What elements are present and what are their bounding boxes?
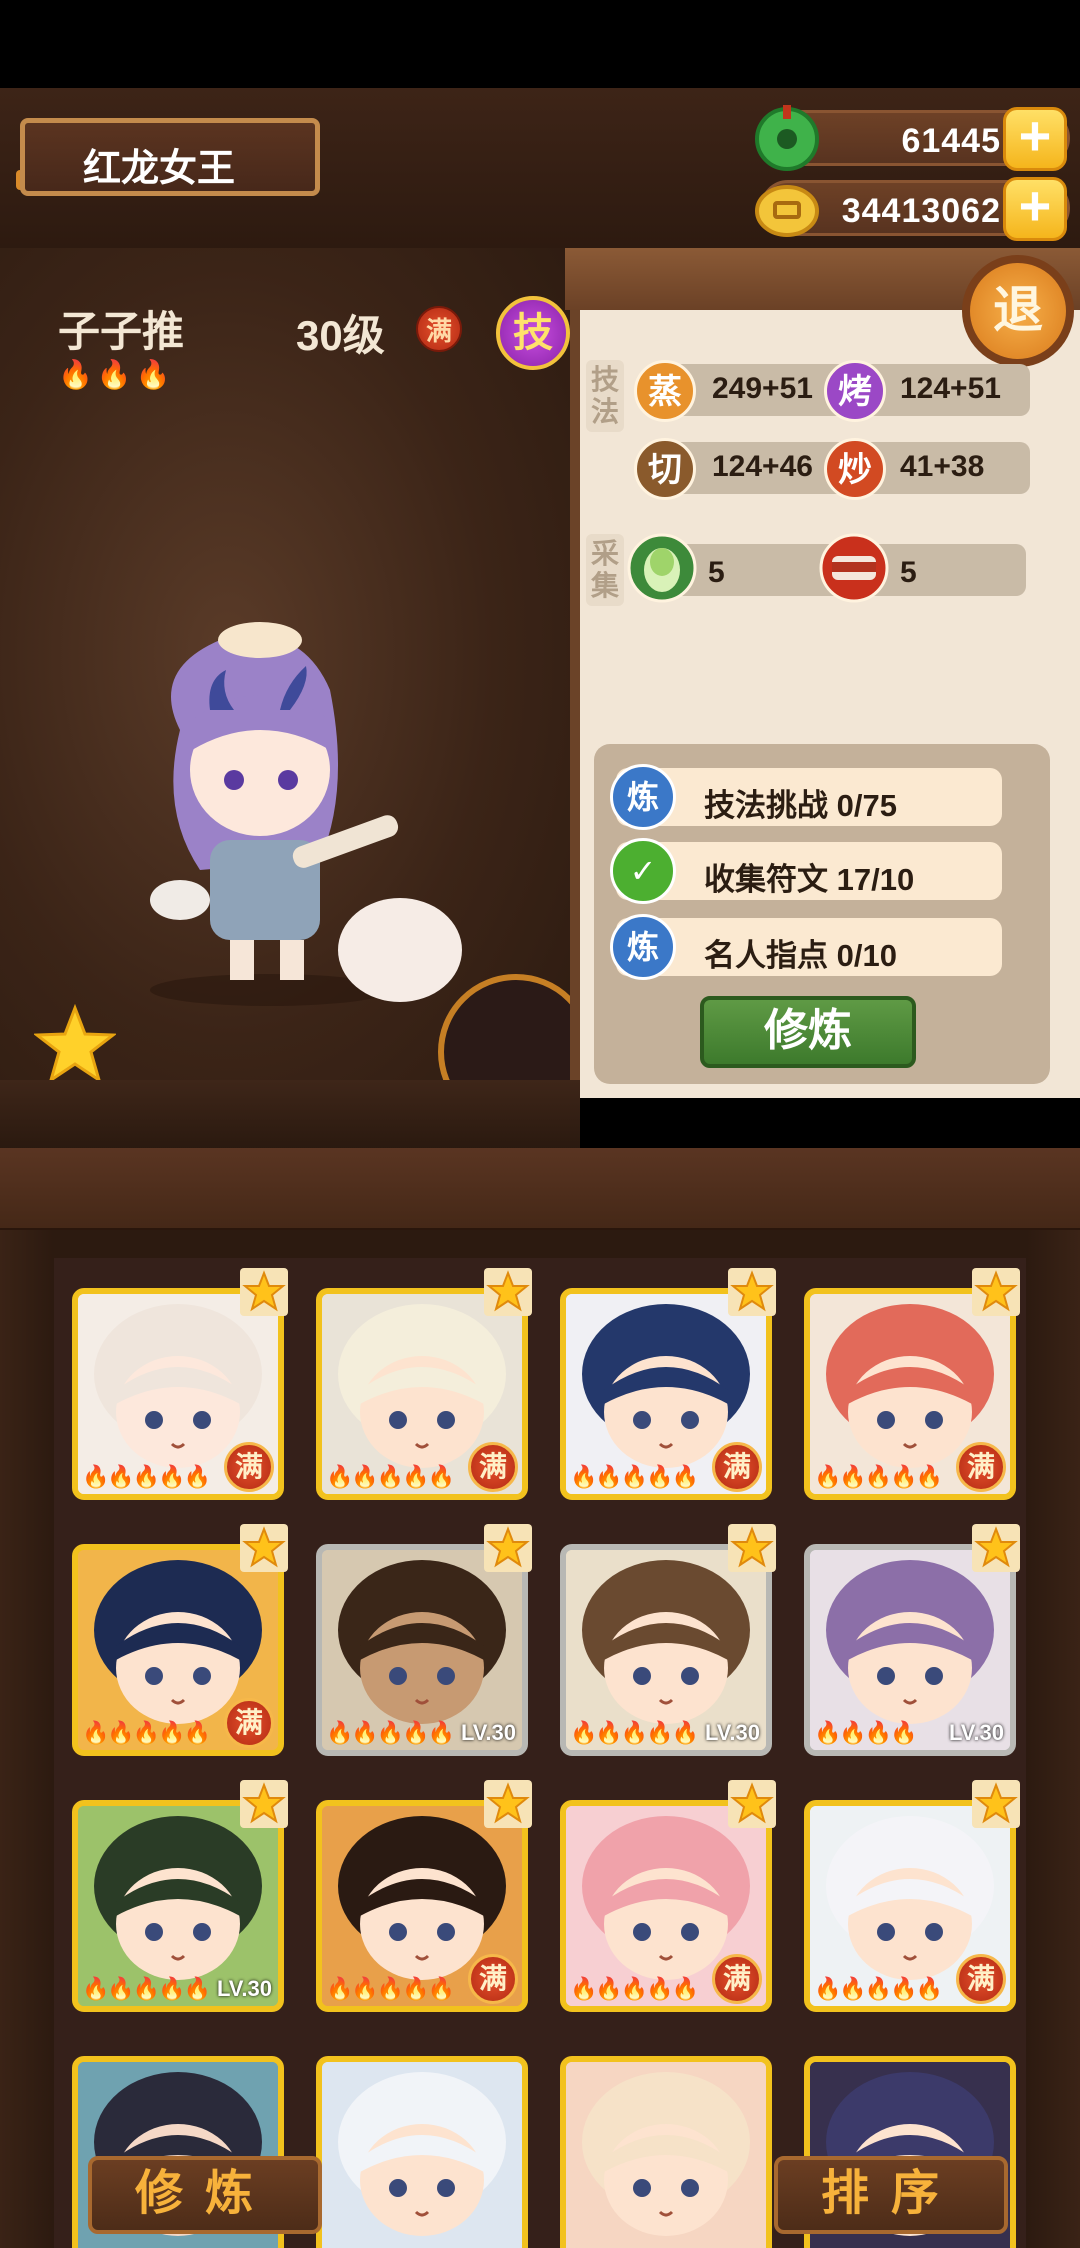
card-star-icon [972,1524,1020,1572]
character-portrait [322,2062,522,2248]
character-card[interactable]: 🔥🔥🔥🔥 LV.30 [804,1544,1016,1756]
card-star-icon [484,1524,532,1572]
refine-icon: 炼 [610,764,676,830]
card-star-icon [972,1780,1020,1828]
card-flames: 🔥🔥🔥🔥🔥 [326,1976,455,2001]
card-max-badge: 满 [468,1442,518,1492]
character-card[interactable] [316,2056,528,2248]
exit-button[interactable]: 退 [962,255,1074,367]
hero-name: 子子推 [58,308,185,355]
character-card[interactable]: 🔥🔥🔥🔥🔥 满 [316,1288,528,1500]
card-max-badge: 满 [224,1698,274,1748]
card-max-badge: 满 [956,1954,1006,2004]
card-max-badge: 满 [468,1954,518,2004]
gold-coin-icon [755,185,819,237]
jade-amount: 61445 [901,122,1001,160]
training-row-text: 收集符文 17/10 [704,862,915,897]
card-max-badge: 满 [712,1954,762,2004]
veg-gather-value: 5 [708,556,725,589]
fry-skill-icon: 炒 [824,438,886,500]
card-flames: 🔥🔥🔥🔥🔥 [326,1464,455,1489]
card-flames: 🔥🔥🔥🔥🔥 [814,1976,943,2001]
cut-skill-icon: 切 [634,438,696,500]
favorite-star-icon[interactable] [34,1004,116,1086]
refine-icon: 炼 [610,914,676,980]
card-star-icon [484,1780,532,1828]
top-black-bar [0,0,1080,88]
card-star-icon [484,1268,532,1316]
card-star-icon [728,1268,776,1316]
card-flames: 🔥🔥🔥🔥🔥 [570,1976,699,2001]
skill-button[interactable]: 技 [496,296,570,370]
card-level-label: LV.30 [704,1720,760,1745]
character-card[interactable]: 🔥🔥🔥🔥🔥 满 [316,1800,528,2012]
steam-skill-icon: 蒸 [634,360,696,422]
training-row-text: 名人指点 0/10 [704,938,897,973]
skills-section-label: 技法 [586,360,624,432]
steam-skill-value: 249+51 [712,372,813,405]
hero-flames: 🔥🔥🔥 [58,359,175,390]
fry-skill-value: 41+38 [900,450,985,483]
character-card[interactable]: 🔥🔥🔥🔥🔥 LV.30 [316,1544,528,1756]
gold-amount: 34413062 [841,192,1001,230]
cut-skill-value: 124+46 [712,450,813,483]
title-plate: 红龙女王 [20,118,320,196]
card-flames: 🔥🔥🔥🔥🔥 [326,1720,455,1745]
stage-floor [0,1080,580,1150]
card-max-badge: 满 [956,1442,1006,1492]
train-button[interactable]: 修炼 [700,996,916,1068]
character-card[interactable]: 🔥🔥🔥🔥🔥 满 [560,1288,772,1500]
checkmark-icon: ✓ [610,838,676,904]
chef-character-sprite [150,622,462,1006]
character-card[interactable]: 🔥🔥🔥🔥🔥 满 [560,1800,772,2012]
cabbage-icon [627,533,697,603]
hero-level: 30级 [296,312,385,359]
roast-skill-icon: 烤 [824,360,886,422]
card-flames: 🔥🔥🔥🔥 [814,1720,918,1745]
character-portrait [566,2062,766,2248]
gold-currency-bar: 34413062 + [755,177,1070,241]
restaurant-title: 红龙女王 [83,148,236,190]
card-flames: 🔥🔥🔥🔥🔥 [570,1464,699,1489]
card-level-label: LV.30 [216,1976,272,2001]
card-star-icon [728,1524,776,1572]
card-star-icon [240,1524,288,1572]
card-star-icon [972,1268,1020,1316]
sort-button[interactable]: 排序 [774,2156,1008,2234]
character-card[interactable]: 🔥🔥🔥🔥🔥 满 [804,1800,1016,2012]
bottom-train-button[interactable]: 修炼 [88,2156,322,2234]
card-flames: 🔥🔥🔥🔥🔥 [82,1464,211,1489]
card-level-label: LV.30 [460,1720,516,1745]
card-star-icon [240,1780,288,1828]
character-card[interactable]: 🔥🔥🔥🔥🔥 LV.30 [560,1544,772,1756]
card-level-label: LV.30 [948,1720,1004,1745]
gather-section-label: 采集 [586,534,624,606]
meat-icon [819,533,889,603]
card-star-icon [240,1268,288,1316]
add-jade-button[interactable]: + [1003,107,1067,171]
hero-max-badge: 满 [416,306,462,352]
shelf-header [0,1148,1080,1228]
character-card[interactable]: 🔥🔥🔥🔥🔥 满 [72,1288,284,1500]
jade-currency-bar: 61445 + [755,105,1070,171]
card-flames: 🔥🔥🔥🔥🔥 [82,1976,211,2001]
card-flames: 🔥🔥🔥🔥🔥 [82,1720,211,1745]
card-flames: 🔥🔥🔥🔥🔥 [814,1464,943,1489]
jade-coin-icon [755,105,819,171]
card-flames: 🔥🔥🔥🔥🔥 [570,1720,699,1745]
meat-gather-value: 5 [900,556,917,589]
character-card[interactable]: 🔥🔥🔥🔥🔥 LV.30 [72,1800,284,2012]
character-card[interactable]: 🔥🔥🔥🔥🔥 满 [804,1288,1016,1500]
roast-skill-value: 124+51 [900,372,1001,405]
character-card[interactable]: 🔥🔥🔥🔥🔥 满 [72,1544,284,1756]
training-row-text: 技法挑战 0/75 [704,788,897,823]
card-star-icon [728,1780,776,1828]
card-max-badge: 满 [712,1442,762,1492]
card-max-badge: 满 [224,1442,274,1492]
add-gold-button[interactable]: + [1003,177,1067,241]
character-card[interactable] [560,2056,772,2248]
